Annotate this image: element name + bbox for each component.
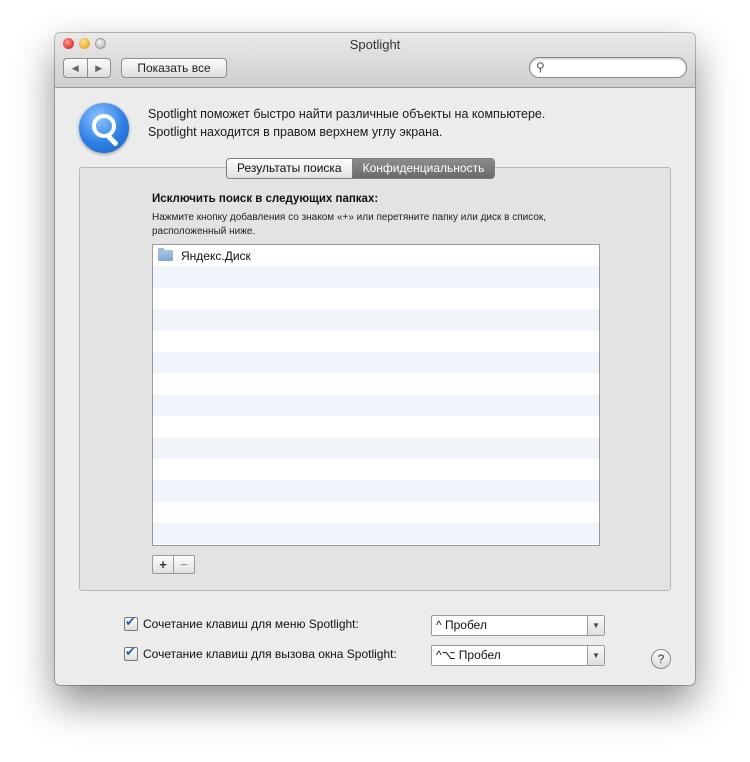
back-forward-control: ◀ ▶	[63, 58, 111, 78]
empty-row	[153, 437, 599, 459]
menu-shortcut-option: Сочетание клавиш для меню Spotlight:	[124, 614, 359, 631]
description-line-1: Spotlight поможет быстро найти различные…	[148, 107, 546, 121]
window-title: Spotlight	[349, 37, 401, 52]
empty-row	[153, 309, 599, 331]
search-input[interactable]	[552, 60, 681, 76]
window-shortcut-label: Сочетание клавиш для вызова окна Spotlig…	[143, 647, 397, 661]
add-remove-control: + −	[152, 555, 195, 574]
list-item-label: Яндекс.Диск	[181, 248, 251, 263]
empty-row	[153, 523, 599, 545]
empty-row	[153, 288, 599, 309]
privacy-panel: Исключить поиск в следующих папках: Нажм…	[79, 167, 671, 591]
menu-shortcut-value: ^ Пробел	[436, 618, 487, 632]
titlebar: Spotlight ◀ ▶ Показать все ⚲	[55, 33, 695, 88]
show-all-button[interactable]: Показать все	[121, 58, 227, 78]
description-line-2: Spotlight находится в правом верхнем угл…	[148, 125, 443, 139]
remove-button[interactable]: −	[174, 556, 194, 573]
description: Spotlight поможет быстро найти различные…	[148, 105, 545, 141]
window-shortcut-popup[interactable]: ^⌥ Пробел ▼	[431, 645, 605, 666]
help-button[interactable]: ?	[651, 649, 671, 669]
empty-row	[153, 394, 599, 417]
empty-row	[153, 459, 599, 480]
empty-row	[153, 351, 599, 374]
list-item[interactable]: Яндекс.Диск	[153, 245, 599, 266]
exclusions-hint: Нажмите кнопку добавления со знаком «+» …	[152, 212, 547, 237]
empty-row	[153, 331, 599, 352]
chevron-down-icon: ▼	[587, 646, 604, 665]
preferences-window: Spotlight ◀ ▶ Показать все ⚲ Spotlight п…	[55, 33, 695, 685]
exclusions-title: Исключить поиск в следующих папках:	[152, 193, 379, 205]
spotlight-icon	[79, 103, 129, 153]
tab-bar: Результаты поиска Конфиденциальность	[226, 158, 496, 179]
empty-row	[153, 502, 599, 523]
add-button[interactable]: +	[153, 556, 174, 573]
exclusions-list[interactable]: Яндекс.Диск	[152, 244, 600, 546]
empty-row	[153, 266, 599, 288]
search-field[interactable]: ⚲	[529, 57, 687, 78]
search-icon: ⚲	[536, 60, 545, 74]
menu-shortcut-label: Сочетание клавиш для меню Spotlight:	[143, 617, 359, 631]
window-shortcut-checkbox[interactable]	[124, 644, 138, 661]
window-shortcut-value: ^⌥ Пробел	[436, 648, 501, 662]
window-shortcut-option: Сочетание клавиш для вызова окна Spotlig…	[124, 644, 397, 661]
empty-row	[153, 416, 599, 437]
chevron-down-icon: ▼	[587, 616, 604, 635]
back-arrow-icon[interactable]: ◀	[64, 59, 88, 77]
empty-row	[153, 480, 599, 502]
tab-privacy[interactable]: Конфиденциальность	[352, 159, 495, 178]
forward-arrow-icon[interactable]: ▶	[88, 59, 111, 77]
menu-shortcut-checkbox[interactable]	[124, 614, 138, 631]
tab-search-results[interactable]: Результаты поиска	[227, 159, 353, 178]
folder-icon	[158, 248, 173, 262]
menu-shortcut-popup[interactable]: ^ Пробел ▼	[431, 615, 605, 636]
empty-row	[153, 373, 599, 394]
